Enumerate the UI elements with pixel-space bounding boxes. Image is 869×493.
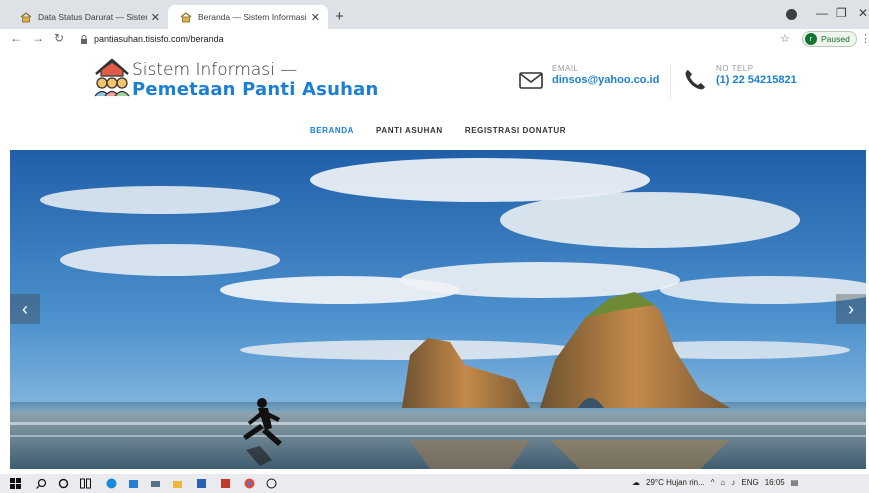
email-value[interactable]: dinsos@yahoo.co.id [552,74,659,86]
browser-tab-strip: Data Status Darurat — Sistem Inf ✕ Beran… [0,0,869,29]
phone-icon [685,70,705,90]
weather-text[interactable]: 29°C Hujan rin... [646,478,705,487]
camera-icon[interactable] [150,478,161,489]
notification-icon[interactable]: ▤ [791,478,799,487]
brand-title-line2[interactable]: Pemetaan Panti Asuhan [132,79,379,100]
envelope-icon [519,72,543,89]
window-close-icon[interactable]: ✕ [858,6,868,20]
orphanage-logo-icon[interactable] [92,56,132,98]
hero-slider: ‹ › [10,150,866,469]
edge-icon[interactable] [106,478,117,489]
site-header: Sistem Informasi — Pemetaan Panti Asuhan… [10,50,866,110]
nav-panti-asuhan[interactable]: PANTI ASUHAN [376,126,443,135]
brand-title-line1: Sistem Informasi — [132,60,298,80]
tab-close-icon[interactable]: ✕ [311,11,320,24]
emoji-icon[interactable] [266,478,277,489]
browser-tab-data-status[interactable]: Data Status Darurat — Sistem Inf ✕ [8,5,168,29]
browser-menu-icon[interactable]: ⋮ [860,32,869,45]
task-view-icon[interactable] [80,478,91,489]
address-bar[interactable]: pantiasuhan.tisisfo.com/beranda [76,31,788,47]
clock[interactable]: 16:05 [765,478,785,487]
forward-arrow-icon[interactable]: → [32,31,44,45]
lock-icon [81,34,87,44]
url-text: pantiasuhan.tisisfo.com/beranda [94,34,224,44]
file-explorer-icon[interactable] [172,478,183,489]
bookmark-star-icon[interactable]: ☆ [780,32,790,45]
tab-title: Data Status Darurat — Sistem Inf [38,12,147,22]
new-tab-icon[interactable]: + [335,8,344,25]
search-icon[interactable] [36,478,47,489]
phone-label: NO TELP [716,64,754,73]
chrome-icon[interactable] [244,478,255,489]
hero-image [10,150,866,469]
word-icon[interactable] [196,478,207,489]
orphanage-favicon-icon [180,11,192,22]
phone-value[interactable]: (1) 22 54215821 [716,74,797,86]
minimize-icon[interactable]: — [816,6,828,20]
browser-tab-beranda[interactable]: Beranda — Sistem Informasi Pem ✕ [168,5,328,29]
back-arrow-icon[interactable]: ← [10,31,22,45]
profile-button[interactable]: r Paused [802,31,857,47]
slider-next-button[interactable]: › [836,294,866,324]
contact-phone: NO TELP (1) 22 54215821 [682,64,797,93]
avatar: r [805,33,817,45]
chevron-up-icon[interactable]: ^ [711,478,715,487]
header-divider [670,64,671,100]
network-icon[interactable]: ⌂ [721,478,726,487]
main-nav: BERANDA PANTI ASUHAN REGISTRASI DONATUR [10,110,866,150]
restore-icon[interactable]: ❐ [836,6,847,20]
language-indicator[interactable]: ENG [741,478,758,487]
app-icon[interactable] [220,478,231,489]
weather-icon[interactable]: ☁ [632,478,640,487]
nav-registrasi-donatur[interactable]: REGISTRASI DONATUR [465,126,566,135]
contact-email: EMAIL dinsos@yahoo.co.id [518,64,659,93]
store-icon[interactable] [128,478,139,489]
tab-close-icon[interactable]: ✕ [151,11,160,24]
extension-icon[interactable] [786,9,797,20]
windows-start-icon[interactable] [10,478,21,489]
nav-beranda[interactable]: BERANDA [310,126,354,135]
tab-title: Beranda — Sistem Informasi Pem [198,12,307,22]
orphanage-favicon-icon [20,11,32,22]
volume-icon[interactable]: ♪ [731,478,735,487]
slider-prev-button[interactable]: ‹ [10,294,40,324]
chevron-right-icon: › [848,298,854,319]
system-tray: ☁ 29°C Hujan rin... ^ ⌂ ♪ ENG 16:05 ▤ [632,478,798,487]
browser-toolbar: ← → ↻ pantiasuhan.tisisfo.com/beranda ☆ … [0,29,869,49]
screen: Data Status Darurat — Sistem Inf ✕ Beran… [0,0,869,493]
chevron-left-icon: ‹ [22,298,28,319]
cortana-icon[interactable] [58,478,69,489]
reload-icon[interactable]: ↻ [54,31,64,45]
windows-taskbar: ☁ 29°C Hujan rin... ^ ⌂ ♪ ENG 16:05 ▤ [0,474,869,493]
email-label: EMAIL [552,64,579,73]
profile-status: Paused [821,34,850,44]
